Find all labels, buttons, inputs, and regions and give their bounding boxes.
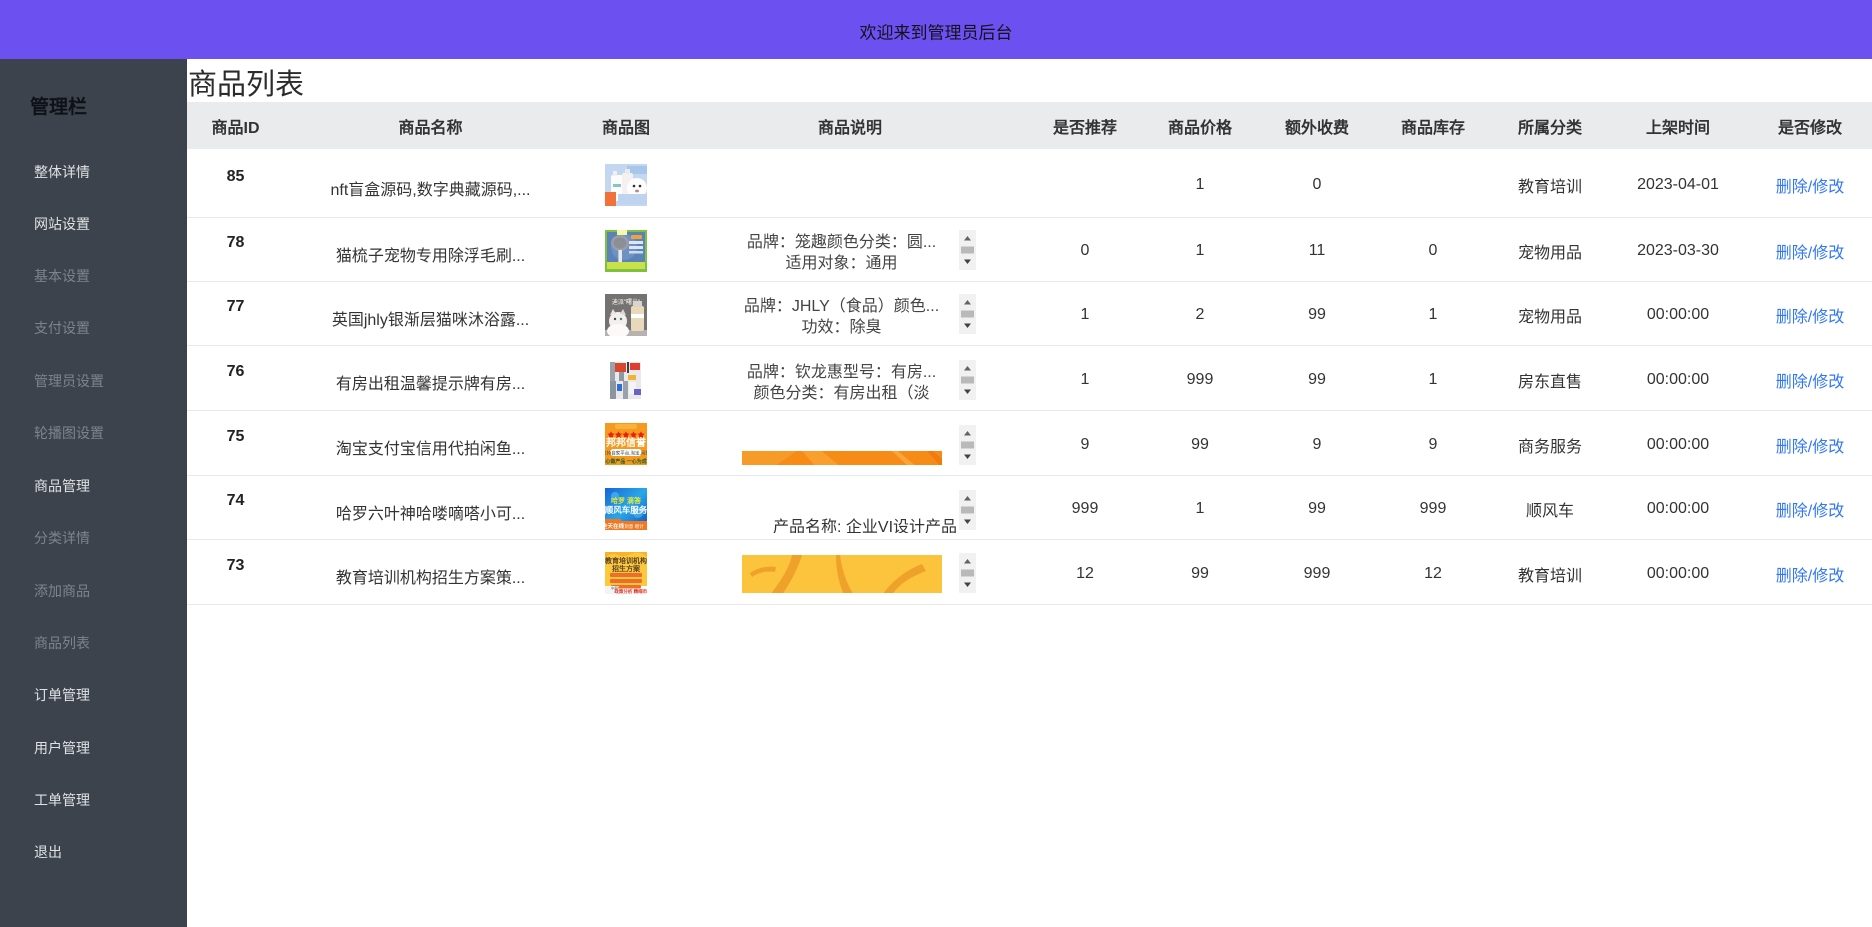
- svg-text:诚心做产品 一心为成交: 诚心做产品 一心为成交: [605, 458, 647, 465]
- svg-text:教育培训机构: 教育培训机构: [605, 556, 647, 565]
- svg-text:刻意 噌计: 刻意 噌计: [624, 523, 644, 530]
- svg-text:政策分析 精细市场: 政策分析 精细市场: [614, 588, 647, 594]
- svg-text:全天在线: 全天在线: [605, 522, 624, 530]
- svg-text:邦邦信誉: 邦邦信誉: [606, 436, 647, 449]
- svg-text:顺风车服务: 顺风车服务: [605, 505, 647, 515]
- svg-text:支持自家平台,淘宝,闲鱼: 支持自家平台,淘宝,闲鱼: [605, 450, 647, 457]
- svg-text:哈罗 滴答: 哈罗 滴答: [611, 496, 642, 505]
- svg-text:招生方案: 招生方案: [612, 564, 641, 573]
